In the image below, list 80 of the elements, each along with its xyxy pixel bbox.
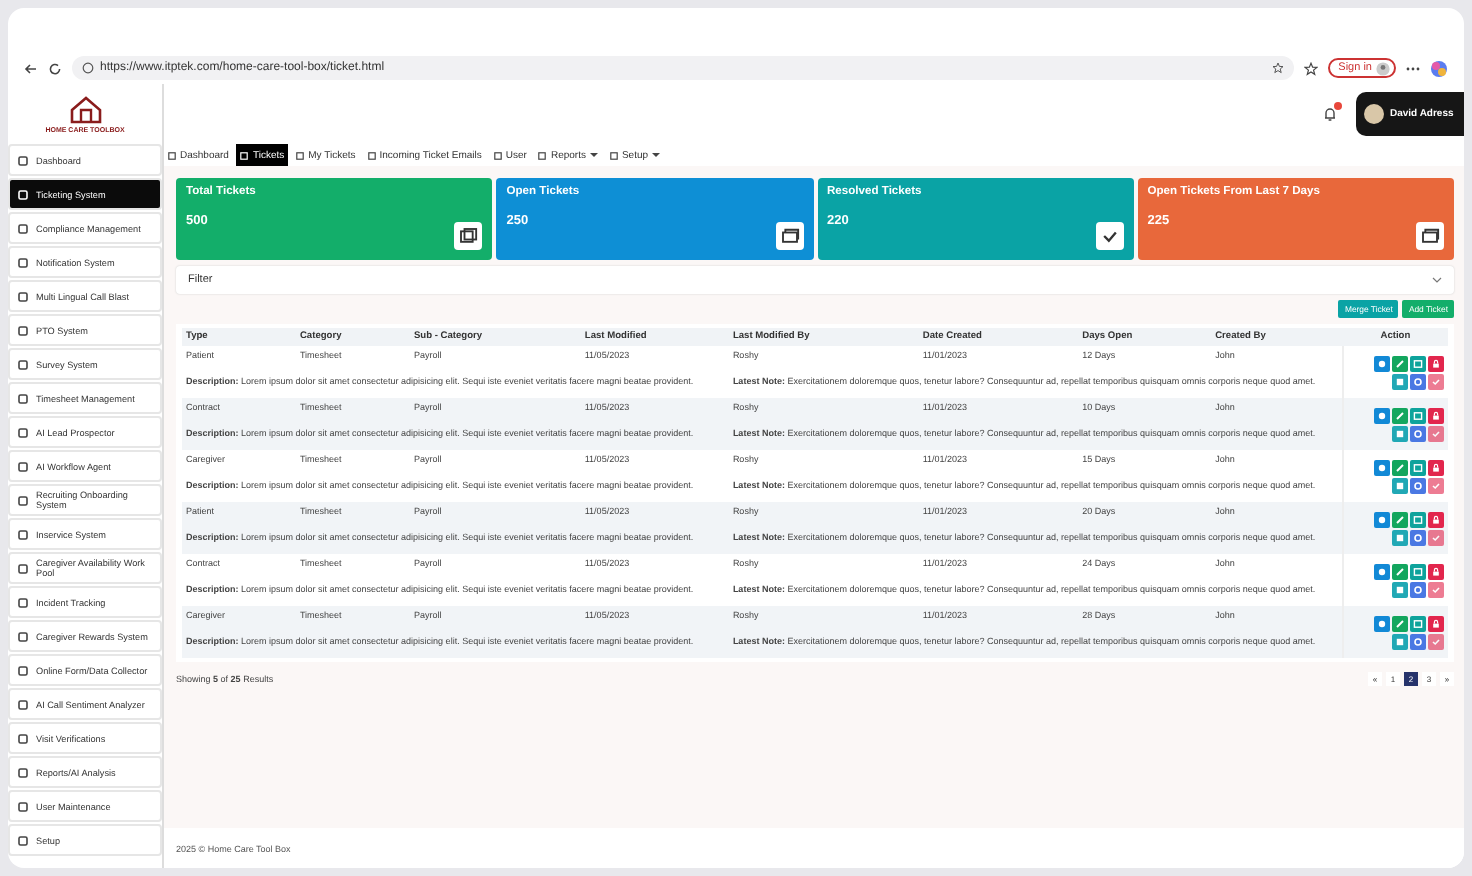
settings-button[interactable] [1410,477,1426,493]
view-button[interactable] [1374,511,1390,527]
module-icon [18,529,28,539]
module-icon [18,461,28,471]
calendar-button[interactable] [1410,355,1426,371]
tab-icon [367,151,376,159]
calendar-button[interactable] [1410,615,1426,631]
star-icon[interactable] [1272,62,1285,74]
more-icon[interactable] [1406,65,1420,71]
module-icon [18,835,28,845]
list-button[interactable] [1392,373,1408,389]
module-icon [18,767,28,777]
module-icon [18,631,28,641]
lock-button[interactable] [1428,511,1444,527]
settings-button[interactable] [1410,425,1426,441]
edit-button[interactable] [1392,511,1408,527]
list-button[interactable] [1392,581,1408,597]
module-icon [18,393,28,403]
tab-icon [240,151,249,159]
view-button[interactable] [1374,355,1390,371]
module-icon [18,801,28,811]
lock-button[interactable] [1428,563,1444,579]
module-icon [18,155,28,165]
module-icon [18,699,28,709]
edit-button[interactable] [1392,563,1408,579]
settings-button[interactable] [1410,633,1426,649]
lock-button[interactable] [1428,407,1444,423]
check-icon [1095,222,1124,250]
avatar-icon [1376,61,1390,75]
module-icon [18,495,28,505]
list-button[interactable] [1392,425,1408,441]
back-icon[interactable] [24,61,38,75]
calendar-button[interactable] [1410,511,1426,527]
view-button[interactable] [1374,563,1390,579]
tab-icon [296,151,305,159]
edit-button[interactable] [1392,459,1408,475]
view-button[interactable] [1374,407,1390,423]
module-icon [18,359,28,369]
house-logo-icon [69,95,101,123]
module-icon [18,223,28,233]
lock-button[interactable] [1428,459,1444,475]
favorites-icon[interactable] [1304,61,1319,75]
module-icon [18,257,28,267]
tab-icon [538,151,547,159]
tab-icon [168,151,176,159]
module-icon [18,563,28,573]
view-button[interactable] [1374,459,1390,475]
avatar-icon [1364,104,1384,124]
edit-button[interactable] [1392,355,1408,371]
lock-button[interactable] [1428,355,1444,371]
info-icon [82,62,94,74]
caret-icon [652,152,661,158]
calendar-button[interactable] [1410,407,1426,423]
module-icon [18,291,28,301]
module-icon [18,189,28,199]
list-button[interactable] [1392,477,1408,493]
calendar-button[interactable] [1410,563,1426,579]
module-icon [18,665,28,675]
module-icon [18,325,28,335]
view-button[interactable] [1374,615,1390,631]
stacked-windows-icon [775,222,803,250]
tab-icon [493,151,502,159]
edit-button[interactable] [1392,615,1408,631]
tab-icon [609,151,618,159]
stacked-windows-icon [454,222,483,250]
reload-icon[interactable] [48,61,62,75]
settings-button[interactable] [1410,373,1426,389]
list-button[interactable] [1392,633,1408,649]
settings-button[interactable] [1410,529,1426,545]
lock-button[interactable] [1428,615,1444,631]
notification-bell-icon[interactable] [1322,106,1338,122]
stacked-windows-icon [1416,222,1444,250]
settings-button[interactable] [1410,581,1426,597]
module-icon [18,597,28,607]
edit-button[interactable] [1392,407,1408,423]
list-button[interactable] [1392,529,1408,545]
caret-icon [589,152,598,158]
calendar-button[interactable] [1410,459,1426,475]
module-icon [18,427,28,437]
module-icon [18,733,28,743]
